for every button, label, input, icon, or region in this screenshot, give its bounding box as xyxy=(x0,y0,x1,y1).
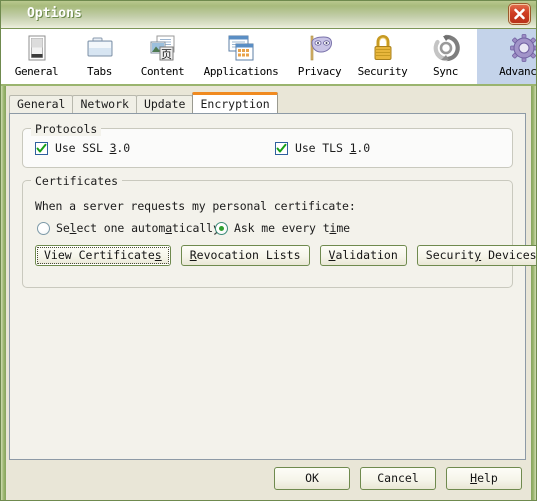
check-mark-icon xyxy=(276,143,287,152)
sync-arrows-icon xyxy=(430,32,462,64)
certificates-legend: Certificates xyxy=(31,174,123,188)
tab-encryption[interactable]: Encryption xyxy=(192,92,278,113)
checkbox-label: Use SSL 3.0 xyxy=(55,141,131,155)
toolbar-item-label: Security xyxy=(357,65,408,78)
radio-dot xyxy=(219,225,224,231)
toolbar-item-general[interactable]: General xyxy=(5,29,68,84)
encryption-tab-panel: Protocols Use SSL 3.0 Use TLS 1.0 Certif… xyxy=(9,113,536,460)
toolbar-item-applications[interactable]: Applications xyxy=(194,29,288,84)
security-devices-button[interactable]: Security Devices xyxy=(416,245,536,266)
ask-me-every-time-radio[interactable]: Ask me every time xyxy=(215,221,350,235)
toolbar-item-label: Sync xyxy=(433,65,458,78)
toolbar-item-label: Privacy xyxy=(297,65,342,78)
radio-label: Select one automatically xyxy=(56,221,220,235)
select-one-automatically-radio[interactable]: Select one automatically xyxy=(37,221,220,235)
validation-button[interactable]: Validation xyxy=(319,245,407,266)
toolbar-item-label: Advanced xyxy=(499,65,537,78)
toolbar-item-content[interactable]: 页 Content xyxy=(131,29,194,84)
toolbar-item-tabs[interactable]: Tabs xyxy=(68,29,131,84)
toolbar-item-security[interactable]: Security xyxy=(351,29,414,84)
cancel-button[interactable]: Cancel xyxy=(360,467,436,490)
checkbox-label: Use TLS 1.0 xyxy=(295,141,371,155)
certificates-groupbox: Certificates When a server requests my p… xyxy=(22,174,536,288)
checkbox-box xyxy=(35,141,48,155)
svg-text:页: 页 xyxy=(161,48,172,61)
certificate-buttons-row: View Certificates Revocation Lists Valid… xyxy=(35,245,536,266)
toolbar-item-privacy[interactable]: Privacy xyxy=(288,29,351,84)
tabs-folder-icon xyxy=(84,32,116,64)
radio-label: Ask me every time xyxy=(234,221,351,235)
close-x-icon xyxy=(514,8,525,20)
tab-general[interactable]: General xyxy=(9,95,74,113)
window-title: Options xyxy=(27,6,82,21)
use-ssl-3-checkbox[interactable]: Use SSL 3.0 xyxy=(35,141,130,155)
radio-circle xyxy=(37,221,50,235)
toolbar-item-label: Applications xyxy=(203,65,279,78)
certificates-question-label: When a server requests my personal certi… xyxy=(35,199,356,213)
ok-button[interactable]: OK xyxy=(274,467,350,490)
applications-windows-icon xyxy=(225,32,257,64)
tab-update[interactable]: Update xyxy=(135,95,194,113)
content-page-icon: 页 xyxy=(147,32,179,64)
toolbar-item-label: Content xyxy=(140,65,185,78)
dialog-buttons-row: OK Cancel Help xyxy=(274,467,522,490)
view-certificates-button[interactable]: View Certificates xyxy=(35,245,171,266)
privacy-mask-icon xyxy=(304,32,336,64)
settings-tab-strip: General Network Update Encryption xyxy=(9,92,536,113)
title-bar: Options xyxy=(1,1,536,29)
checkbox-box xyxy=(275,141,288,155)
toolbar-item-sync[interactable]: Sync xyxy=(414,29,477,84)
radio-circle xyxy=(215,221,228,235)
toolbar-item-label: Tabs xyxy=(87,65,112,78)
security-padlock-icon xyxy=(367,32,399,64)
toolbar-item-advanced[interactable]: Advanced xyxy=(477,29,537,84)
help-button[interactable]: Help xyxy=(446,467,522,490)
close-button[interactable] xyxy=(509,4,530,24)
tab-network[interactable]: Network xyxy=(72,95,137,113)
protocols-legend: Protocols xyxy=(31,122,102,136)
general-window-icon xyxy=(21,32,53,64)
accelerator-char: s xyxy=(154,248,162,262)
accelerator-char: a xyxy=(165,221,173,235)
check-mark-icon xyxy=(36,143,47,152)
toolbar-item-label: General xyxy=(14,65,59,78)
advanced-gear-icon xyxy=(508,32,536,64)
revocation-lists-button[interactable]: Revocation Lists xyxy=(180,245,310,266)
accelerator-char: R xyxy=(189,248,197,262)
options-dialog-window: Options General Tabs 页 Content Applicati… xyxy=(0,0,537,501)
category-toolbar: General Tabs 页 Content Applications Priv… xyxy=(1,29,536,86)
use-tls-1-checkbox[interactable]: Use TLS 1.0 xyxy=(275,141,370,155)
protocols-groupbox: Protocols Use SSL 3.0 Use TLS 1.0 xyxy=(22,122,513,168)
